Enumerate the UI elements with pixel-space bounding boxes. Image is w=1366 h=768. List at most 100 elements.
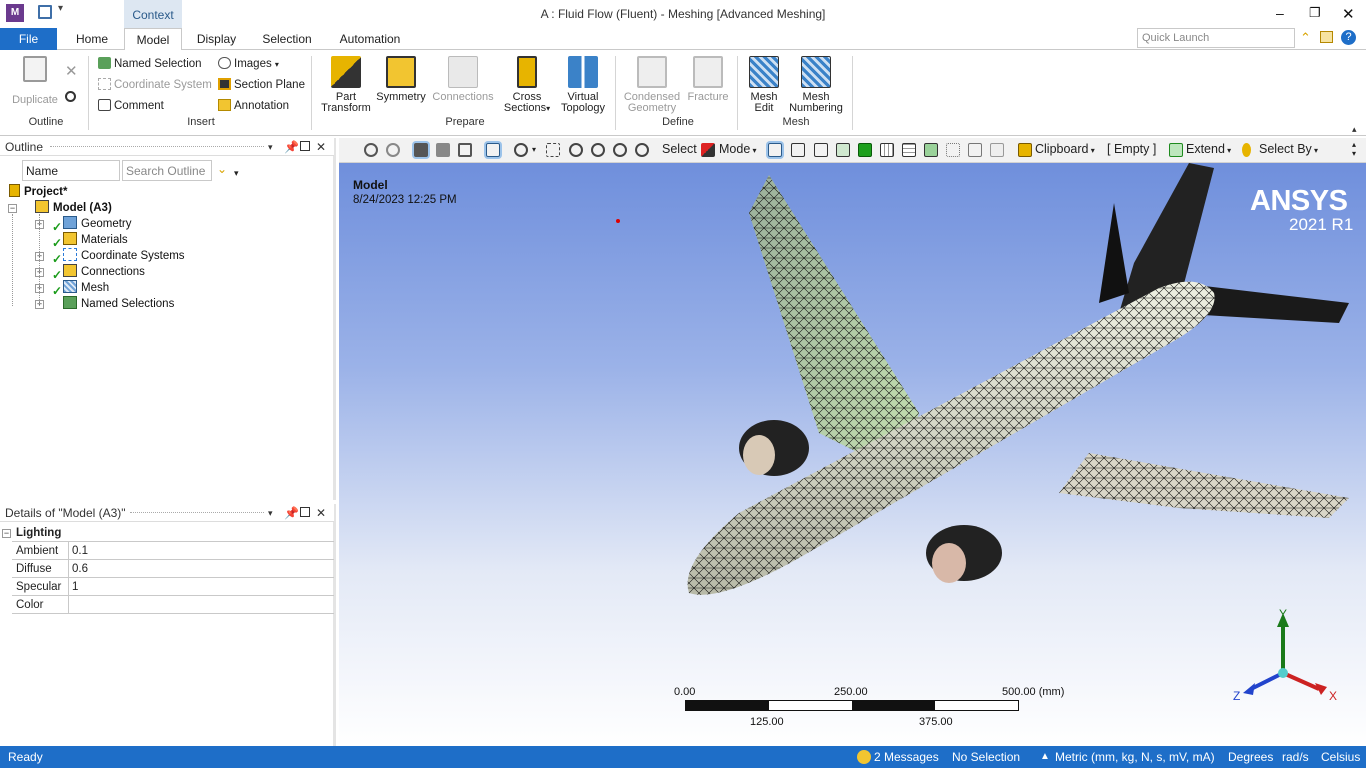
status-temperature[interactable]: Celsius [1321,746,1360,768]
section-plane-button[interactable]: Section Plane [218,76,305,94]
details-value[interactable]: 1 [68,578,334,596]
extend-icon[interactable] [1169,143,1183,157]
coordinate-system-button[interactable]: Coordinate System [98,76,212,94]
edges-icon[interactable] [458,143,472,157]
images-button[interactable]: Images ▾ [218,55,279,73]
mesh-numbering-button[interactable]: Mesh Numbering [786,56,846,114]
tab-selection[interactable]: Selection [253,28,321,50]
annotation-button[interactable]: Annotation [218,97,289,115]
magnifier-icon[interactable] [635,143,649,157]
tab-home[interactable]: Home [66,28,118,50]
panel-close-icon[interactable]: ✕ [316,138,326,156]
tab-model[interactable]: Model [124,28,182,51]
rotate-icon[interactable] [514,143,528,157]
panel-menu-icon[interactable]: ▾ [268,504,273,522]
tree-item-materials[interactable]: Materials [63,232,128,248]
tree-item-project[interactable]: Project* [9,184,67,200]
zoom-icon[interactable] [569,143,583,157]
search-options-icon[interactable]: ⌄ [217,162,227,176]
coordinate-select-icon[interactable] [946,143,960,157]
quick-launch-input[interactable]: Quick Launch [1137,28,1295,48]
tree-item-named-selections[interactable]: Named Selections [63,296,174,312]
messages-icon[interactable] [857,750,871,764]
select-by-dropdown[interactable]: Select By ▾ [1259,142,1318,156]
restore-button[interactable]: ❐ [1309,5,1321,21]
toolbar-overflow-icon[interactable]: ▴ ▾ [1352,140,1356,158]
maximize-icon[interactable] [300,507,310,517]
zoom-fit-icon[interactable] [613,143,627,157]
pin-icon[interactable]: 📌 [284,138,299,156]
search-dropdown-icon[interactable]: ▾ [234,168,239,179]
maximize-icon[interactable] [300,141,310,151]
mode-dropdown[interactable]: Mode ▾ [719,142,757,156]
select-face-icon[interactable] [814,143,828,157]
zoom-in-icon[interactable] [364,143,378,157]
mesh-edit-button[interactable]: Mesh Edit [742,56,786,114]
select-node-icon[interactable] [858,143,872,157]
close-button[interactable]: ✕ [1342,5,1355,23]
tree-item-geometry[interactable]: Geometry [63,216,132,232]
box-select-icon[interactable] [486,143,500,157]
symmetry-button[interactable]: Symmetry [374,56,428,103]
tab-automation[interactable]: Automation [330,28,410,50]
name-filter-select[interactable]: Name [22,160,120,181]
select-by-edge-icon[interactable] [968,143,982,157]
details-value[interactable]: 0.6 [68,560,334,578]
tree-item-mesh[interactable]: Mesh [63,280,109,296]
collapse-ribbon-icon[interactable]: ⌃ [1300,30,1311,46]
status-rate[interactable]: rad/s [1282,746,1309,768]
status-messages[interactable]: 2 Messages [874,746,939,768]
collapse-model-icon[interactable]: − [8,204,17,213]
status-units[interactable]: Metric (mm, kg, N, s, mV, mA) [1055,746,1215,768]
help-icon[interactable]: ? [1341,30,1356,45]
details-row-specular[interactable]: Specular 1 [12,578,334,596]
details-row-color[interactable]: Color [12,596,334,614]
part-transform-button[interactable]: Part Transform [316,56,376,114]
select-by-icon[interactable] [1242,143,1251,157]
shaded-icon[interactable] [414,143,428,157]
ribbon-collapse-icon[interactable]: ▴ [1352,124,1357,135]
clipboard-dropdown[interactable]: Clipboard ▾ [1035,142,1095,156]
extend-dropdown[interactable]: Extend ▾ [1186,142,1231,156]
panel-close-icon[interactable]: ✕ [316,504,326,522]
select-element-face-icon[interactable] [880,143,894,157]
zoom-out-icon[interactable] [386,143,400,157]
delete-icon[interactable]: ✕ [65,62,78,80]
wireframe-icon[interactable] [436,143,450,157]
select-mesh-icon[interactable] [924,143,938,157]
graphics-viewport[interactable]: Model 8/24/2023 12:25 PM ANSYS 2021 R1 0… [339,163,1366,746]
details-row-ambient[interactable]: Ambient 0.1 [12,542,334,560]
tree-item-connections[interactable]: Connections [63,264,145,280]
airplane-mesh-model[interactable] [659,163,1359,613]
tree-item-model[interactable]: Model (A3) [35,200,112,216]
collapse-lighting-icon[interactable]: − [2,529,11,538]
outline-search-input[interactable]: Search Outline [122,160,212,181]
select-edge-icon[interactable] [791,143,805,157]
details-value[interactable] [68,596,334,614]
details-value[interactable]: 0.1 [68,542,334,560]
rotate-dropdown-icon[interactable]: ▾ [532,145,536,154]
units-dropdown-icon[interactable]: ▲ [1040,746,1050,768]
select-element-icon[interactable] [902,143,916,157]
select-annotation-icon[interactable] [990,143,1004,157]
virtual-topology-button[interactable]: Virtual Topology [556,56,610,114]
minimize-button[interactable]: – [1276,5,1284,21]
details-row-diffuse[interactable]: Diffuse 0.6 [12,560,334,578]
duplicate-button[interactable]: Duplicate [8,56,62,106]
find-icon[interactable] [65,91,76,102]
lighting-section-header[interactable]: Lighting [12,524,334,542]
named-selection-button[interactable]: Named Selection [98,55,202,73]
pan-icon[interactable] [546,143,560,157]
condensed-geometry-button[interactable]: Condensed Geometry [620,56,684,114]
status-angle[interactable]: Degrees [1228,746,1273,768]
fracture-button[interactable]: Fracture [684,56,732,103]
tab-file[interactable]: File [0,28,57,50]
select-mode-icon[interactable] [701,143,715,157]
select-body-icon[interactable] [836,143,850,157]
cross-sections-button[interactable]: Cross Sections▾ [499,56,555,114]
panel-menu-icon[interactable]: ▾ [268,138,273,156]
select-vertex-icon[interactable] [768,143,782,157]
comment-button[interactable]: Comment [98,97,164,115]
connections-button[interactable]: Connections [428,56,498,103]
pin-icon[interactable]: 📌 [284,504,299,522]
